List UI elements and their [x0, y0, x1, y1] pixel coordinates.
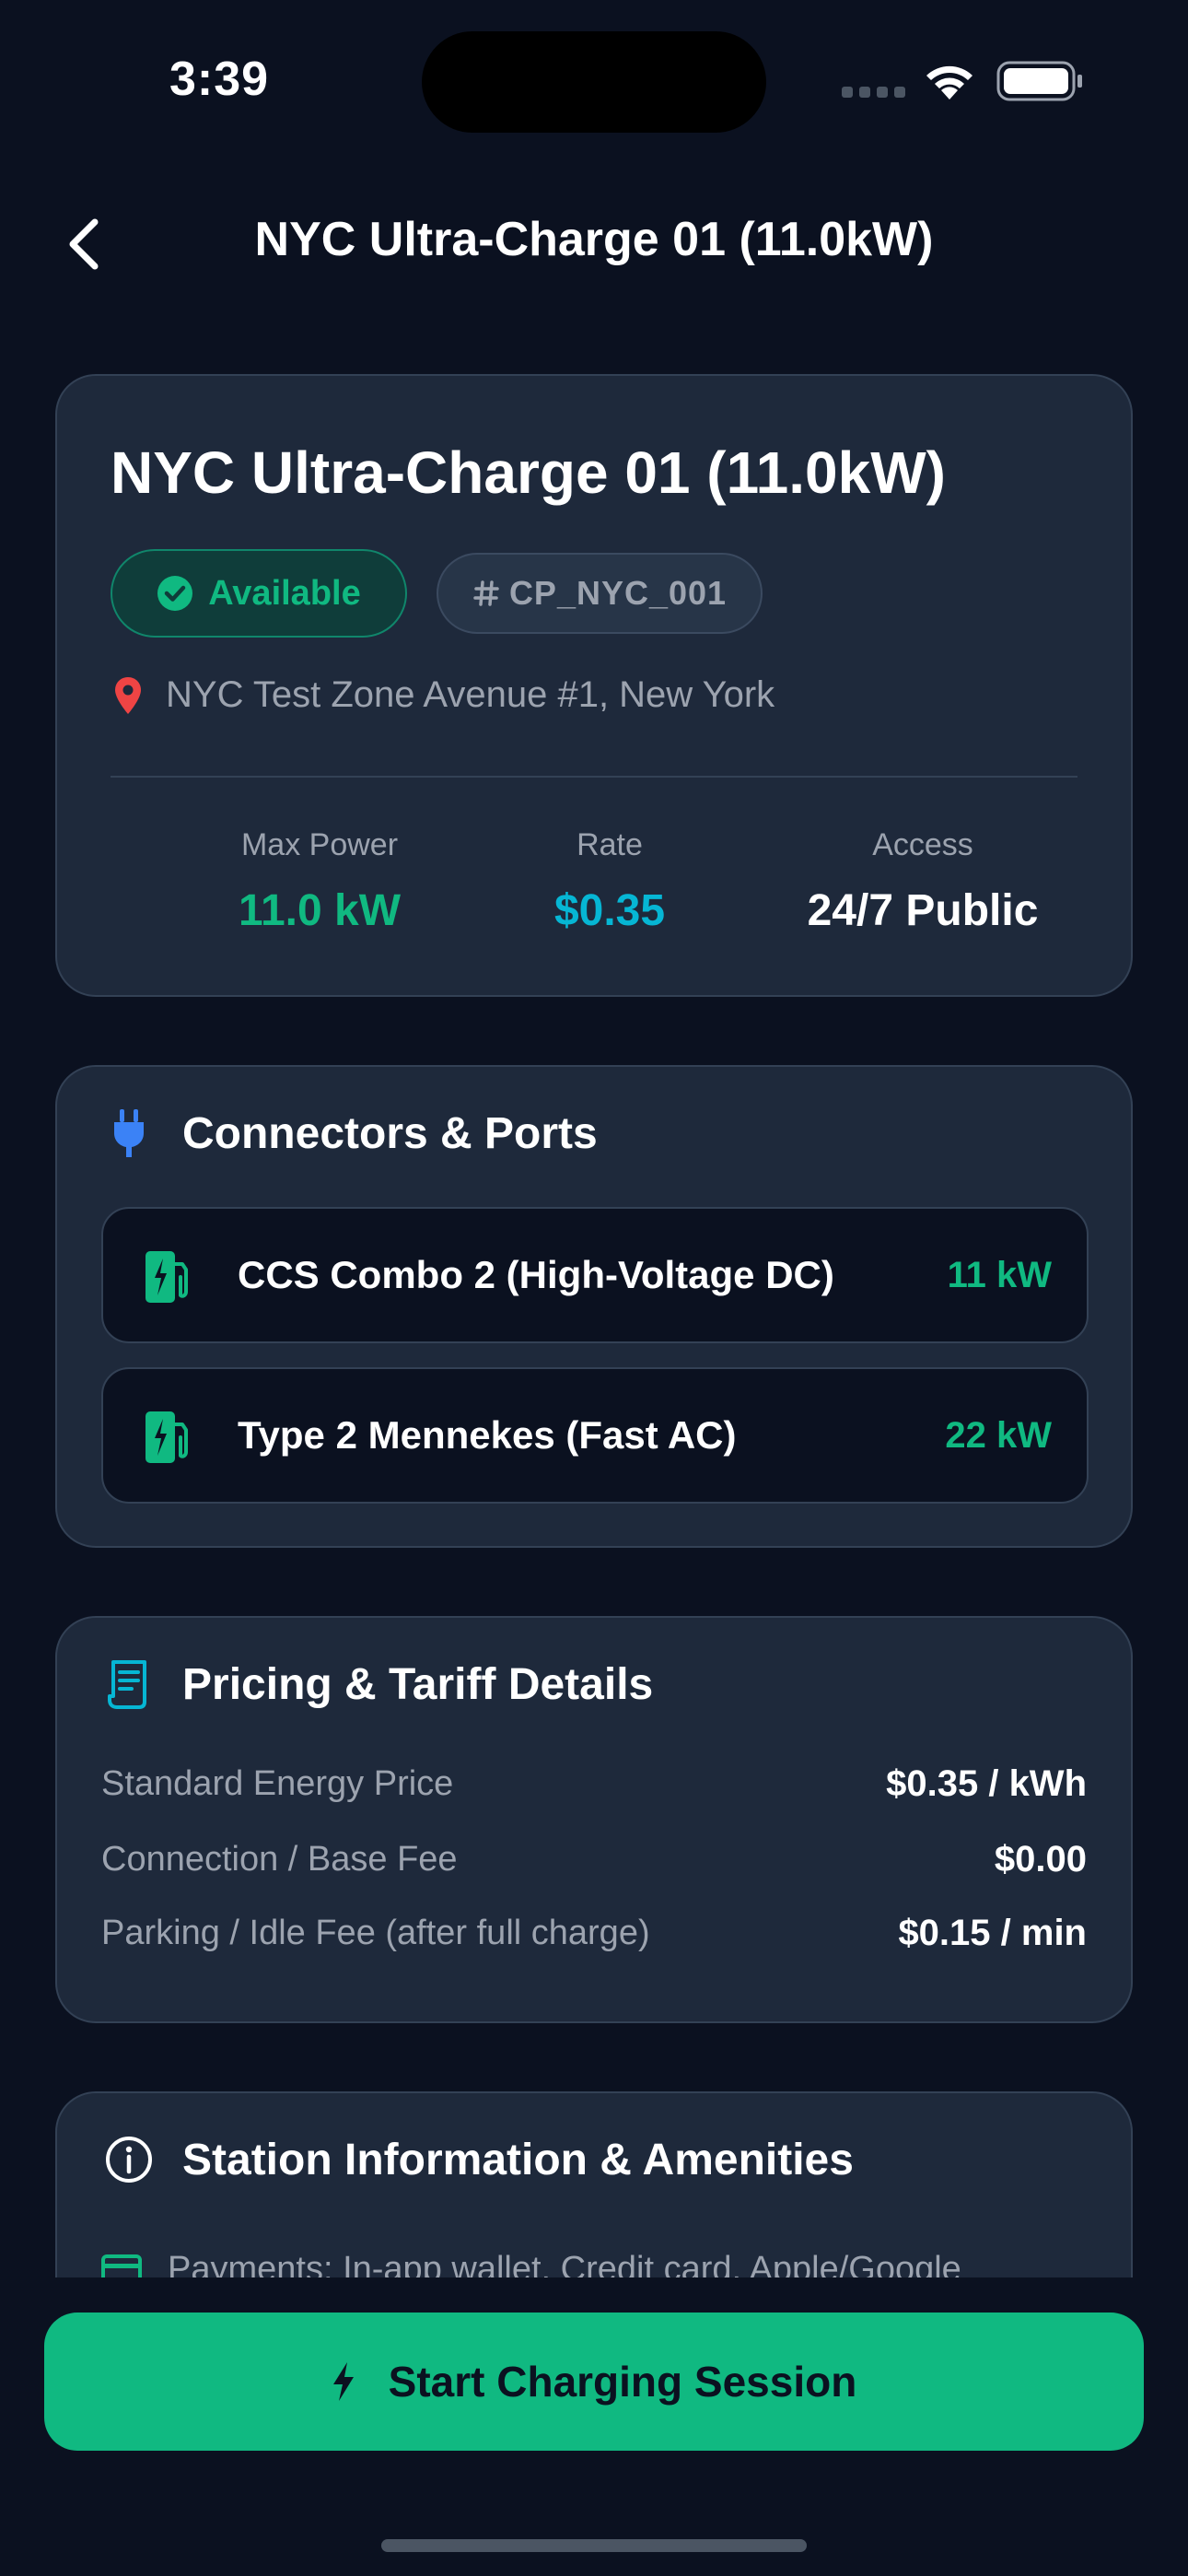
status-time: 3:39: [169, 53, 270, 106]
station-address: NYC Test Zone Avenue #1, New York: [114, 674, 775, 716]
cellular-signal-icon: [842, 87, 905, 98]
divider: [111, 776, 1077, 778]
check-circle-icon: [157, 576, 193, 611]
status-badge: Available: [111, 549, 407, 638]
price-value: $0.35 / kWh: [886, 1763, 1087, 1804]
status-bar: 3:39: [0, 0, 1188, 157]
price-row: Connection / Base Fee $0.00: [101, 1839, 1087, 1880]
price-label: Standard Energy Price: [101, 1764, 454, 1803]
price-label: Parking / Idle Fee (after full charge): [101, 1914, 650, 1952]
connector-name: CCS Combo 2 (High-Voltage DC): [238, 1253, 834, 1296]
station-id-badge: CP_NYC_001: [437, 553, 763, 634]
home-indicator: [381, 2539, 807, 2552]
connector-name: Type 2 Mennekes (Fast AC): [238, 1413, 737, 1457]
hash-icon: [473, 580, 499, 606]
stat-label: Rate: [577, 827, 643, 862]
connector-power: 11 kW: [947, 1255, 1052, 1295]
station-name: NYC Ultra-Charge 01 (11.0kW): [111, 439, 946, 506]
price-label: Connection / Base Fee: [101, 1840, 458, 1879]
plug-icon: [103, 1107, 155, 1159]
start-charging-label: Start Charging Session: [388, 2358, 857, 2406]
wifi-icon: [926, 65, 973, 100]
stat-rate: Rate $0.35: [481, 827, 739, 936]
price-value: $0.00: [994, 1839, 1087, 1879]
battery-icon: [996, 61, 1082, 101]
receipt-icon: [103, 1658, 155, 1710]
price-value: $0.15 / min: [898, 1913, 1087, 1953]
ev-station-icon: [146, 1411, 188, 1463]
price-row: Standard Energy Price $0.35 / kWh: [101, 1763, 1087, 1805]
info-title: Station Information & Amenities: [182, 2135, 854, 2184]
top-nav-header: NYC Ultra-Charge 01 (11.0kW): [0, 193, 1188, 291]
page-title: NYC Ultra-Charge 01 (11.0kW): [254, 213, 934, 266]
address-text: NYC Test Zone Avenue #1, New York: [166, 674, 775, 715]
stat-value: 24/7 Public: [807, 886, 1039, 935]
dynamic-island: [422, 31, 766, 133]
connectors-title: Connectors & Ports: [182, 1108, 598, 1158]
connector-power: 22 kW: [945, 1415, 1052, 1456]
location-pin-icon: [115, 676, 141, 714]
price-row: Parking / Idle Fee (after full charge) $…: [101, 1913, 1087, 1954]
ev-station-icon: [146, 1251, 188, 1303]
stat-max-power: Max Power 11.0 kW: [140, 827, 499, 936]
connector-item[interactable]: Type 2 Mennekes (Fast AC) 22 kW: [101, 1367, 1089, 1504]
info-icon: [103, 2134, 155, 2185]
station-overview-card: NYC Ultra-Charge 01 (11.0kW) Available C…: [55, 374, 1133, 997]
connectors-card: Connectors & Ports CCS Combo 2 (High-Vol…: [55, 1065, 1133, 1548]
stat-label: Max Power: [240, 827, 399, 862]
pricing-card: Pricing & Tariff Details Standard Energy…: [55, 1616, 1133, 2023]
connectors-header: Connectors & Ports: [103, 1107, 598, 1159]
stat-value: $0.35: [553, 886, 666, 935]
bolt-icon: [332, 2362, 354, 2401]
pricing-header: Pricing & Tariff Details: [103, 1658, 653, 1710]
start-charging-button[interactable]: Start Charging Session: [44, 2313, 1144, 2451]
station-id-text: CP_NYC_001: [508, 574, 728, 612]
pricing-title: Pricing & Tariff Details: [182, 1659, 654, 1709]
stat-access: Access 24/7 Public: [739, 827, 1107, 936]
info-header: Station Information & Amenities: [103, 2134, 854, 2185]
status-badge-label: Available: [208, 573, 361, 613]
stat-value: 11.0 kW: [238, 886, 402, 935]
station-detail-screen: 3:39 NYC Ultra-Charge 01 (11.0kW) NYC Ul…: [0, 0, 1188, 2576]
connector-item[interactable]: CCS Combo 2 (High-Voltage DC) 11 kW: [101, 1207, 1089, 1343]
stat-label: Access: [872, 827, 973, 862]
